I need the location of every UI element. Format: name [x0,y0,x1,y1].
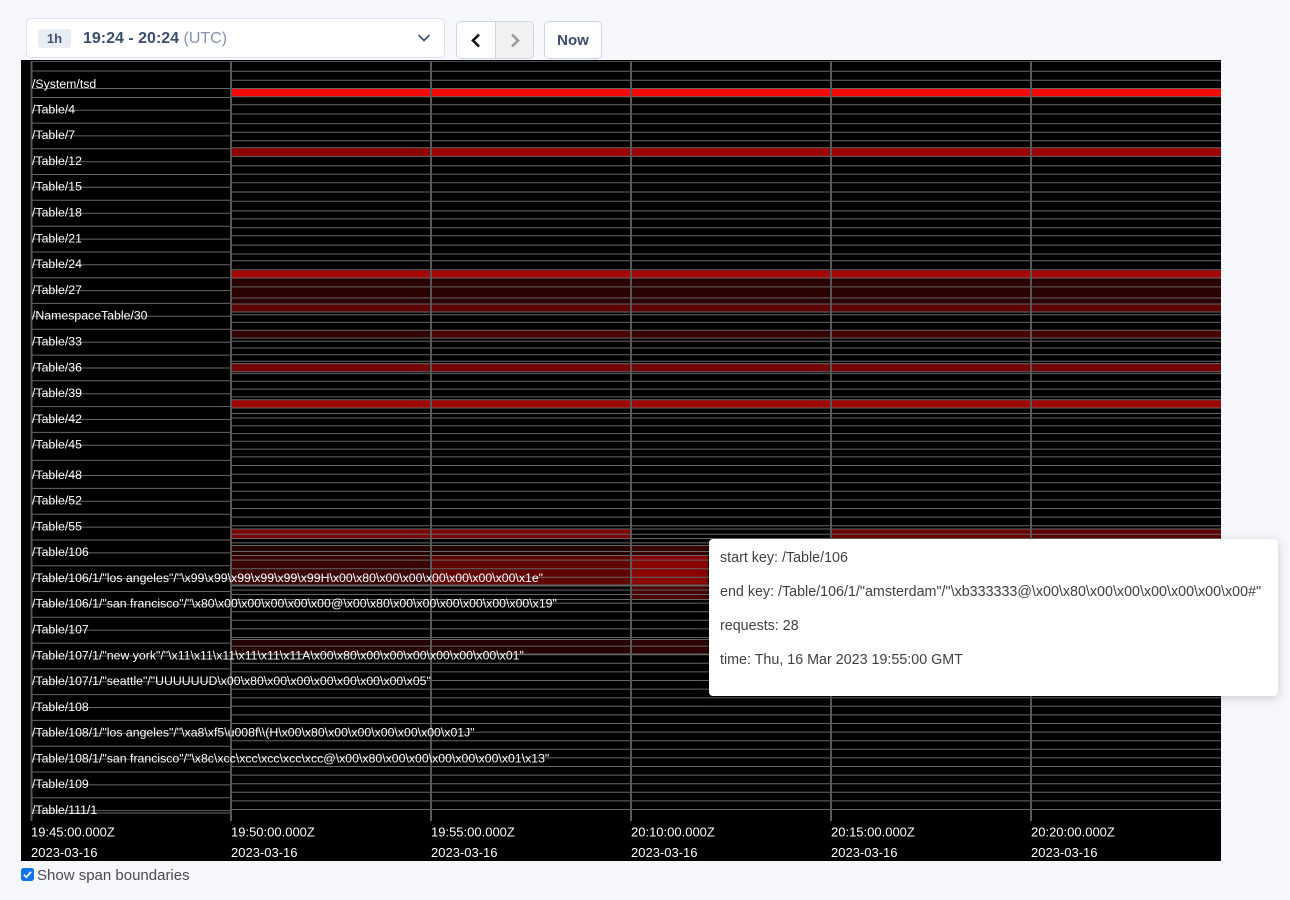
svg-text:/Table/21: /Table/21 [32,231,82,245]
svg-text:2023-03-16: 2023-03-16 [631,845,698,860]
svg-text:/Table/12: /Table/12 [32,154,82,168]
svg-text:2023-03-16: 2023-03-16 [831,845,898,860]
svg-text:2023-03-16: 2023-03-16 [1031,845,1098,860]
svg-text:/Table/39: /Table/39 [32,386,82,400]
svg-text:/Table/106: /Table/106 [32,545,89,559]
svg-text:19:50:00.000Z: 19:50:00.000Z [231,825,315,840]
svg-text:/Table/42: /Table/42 [32,412,82,426]
svg-text:/System/tsd: /System/tsd [32,77,96,91]
svg-text:20:20:00.000Z: 20:20:00.000Z [1031,825,1115,840]
svg-text:2023-03-16: 2023-03-16 [31,845,98,860]
svg-text:/Table/52: /Table/52 [32,494,82,508]
svg-text:/Table/107: /Table/107 [32,623,89,637]
svg-text:/Table/111/1: /Table/111/1 [32,803,97,817]
svg-text:/Table/55: /Table/55 [32,519,82,533]
svg-text:/Table/109: /Table/109 [32,777,89,791]
svg-text:19:45:00.000Z: 19:45:00.000Z [31,825,115,840]
svg-text:2023-03-16: 2023-03-16 [231,845,298,860]
svg-text:/Table/33: /Table/33 [32,335,82,349]
svg-text:/Table/45: /Table/45 [32,438,82,452]
svg-text:/Table/4: /Table/4 [32,103,75,117]
svg-text:/Table/108/1/"san francisco"/": /Table/108/1/"san francisco"/"\x8c\xcc\x… [32,751,549,765]
svg-text:2023-03-16: 2023-03-16 [431,845,498,860]
svg-text:/Table/108/1/"los angeles"/"\x: /Table/108/1/"los angeles"/"\xa8\xf5\u00… [32,726,475,740]
svg-text:/Table/106/1/"los angeles"/"\x: /Table/106/1/"los angeles"/"\x99\x99\x99… [32,571,543,585]
svg-text:/NamespaceTable/30: /NamespaceTable/30 [32,309,148,323]
svg-text:/Table/106/1/"san francisco"/": /Table/106/1/"san francisco"/"\x80\x00\x… [32,597,557,611]
svg-text:/Table/107/1/"new york"/"\x11\: /Table/107/1/"new york"/"\x11\x11\x11\x1… [32,648,524,662]
svg-text:/Table/24: /Table/24 [32,257,82,271]
svg-text:/Table/7: /Table/7 [32,128,75,142]
svg-text:/Table/18: /Table/18 [32,206,82,220]
svg-text:20:10:00.000Z: 20:10:00.000Z [631,825,715,840]
svg-text:/Table/15: /Table/15 [32,180,82,194]
svg-text:19:55:00.000Z: 19:55:00.000Z [431,825,515,840]
svg-text:/Table/107/1/"seattle"/"UUUUUU: /Table/107/1/"seattle"/"UUUUUUD\x00\x80\… [32,674,431,688]
svg-text:/Table/108: /Table/108 [32,700,89,714]
svg-text:20:15:00.000Z: 20:15:00.000Z [831,825,915,840]
svg-text:/Table/48: /Table/48 [32,468,82,482]
svg-text:/Table/36: /Table/36 [32,360,82,374]
svg-text:/Table/27: /Table/27 [32,283,82,297]
